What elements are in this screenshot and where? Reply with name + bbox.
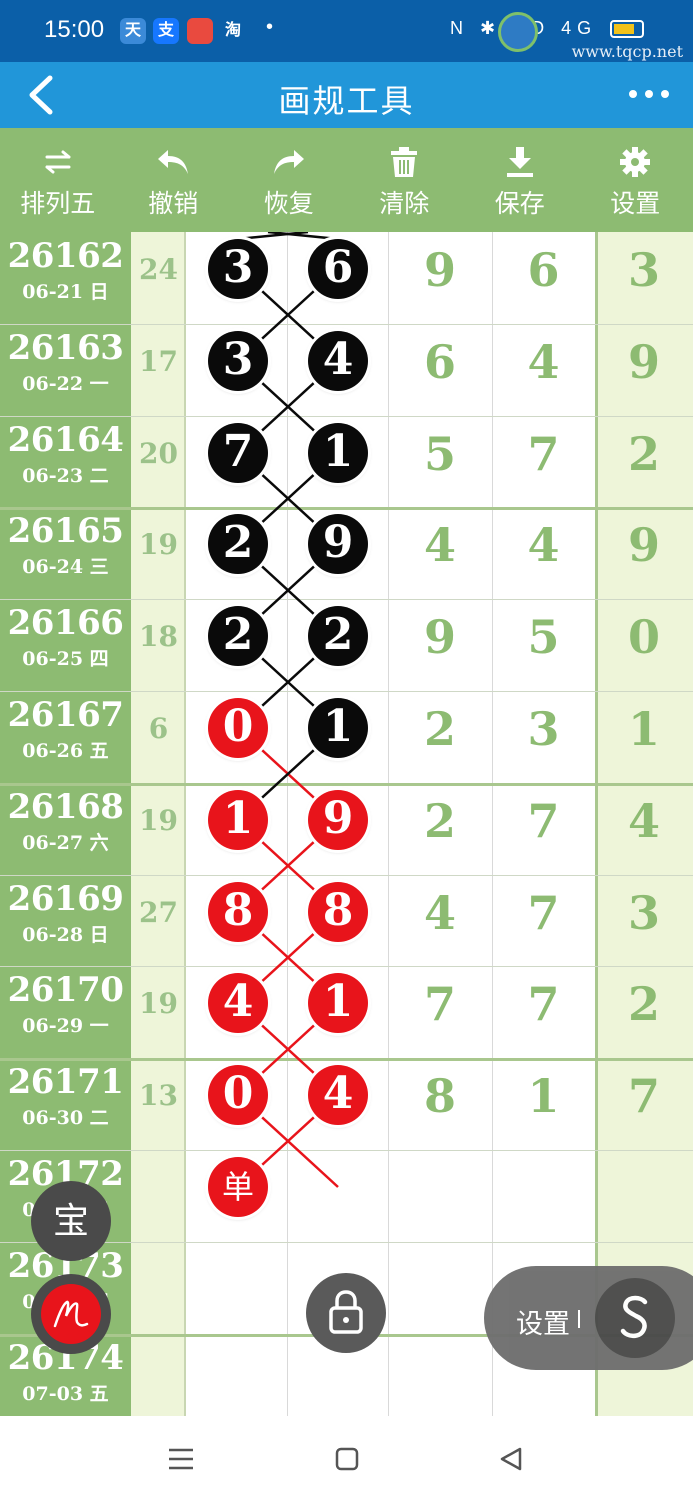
float-settings-label[interactable]: 设置 <box>516 1302 570 1341</box>
trash-icon <box>384 140 424 184</box>
ball-b1[interactable]: 2 <box>208 606 268 667</box>
ball-b2[interactable]: 1 <box>308 698 368 758</box>
lock-icon <box>329 1290 363 1334</box>
lottery-type-label: 排列五 <box>20 190 96 218</box>
redo-button[interactable]: 恢复 <box>231 128 347 232</box>
treasure-label: 宝 <box>52 1200 89 1241</box>
menu-icon[interactable] <box>166 1444 196 1474</box>
pen-button[interactable] <box>31 1274 111 1354</box>
ball-b1[interactable]: 3 <box>208 239 268 299</box>
ball-b2[interactable]: 6 <box>308 239 368 299</box>
weather-app-icon: 天 <box>120 18 146 44</box>
undo-label: 撤销 <box>148 190 199 218</box>
swap-icon <box>38 140 78 184</box>
ball-b1[interactable]: 3 <box>208 330 268 391</box>
status-time: 15:00 <box>44 16 105 43</box>
ball-b2[interactable]: 9 <box>308 789 368 850</box>
ball-b2[interactable]: 2 <box>308 606 368 667</box>
download-icon <box>500 140 540 184</box>
pen-icon <box>53 1300 89 1328</box>
s-logo-button[interactable] <box>595 1278 675 1358</box>
ball-b2[interactable]: 4 <box>308 330 368 391</box>
ball-b2[interactable]: 4 <box>308 1065 368 1126</box>
save-button[interactable]: 保存 <box>462 128 578 232</box>
s-logo-icon <box>620 1295 648 1339</box>
system-nav-bar <box>0 1416 693 1500</box>
undo-button[interactable]: 撤销 <box>116 128 232 232</box>
ball-b1[interactable]: 4 <box>208 973 268 1034</box>
settings-label: 设置 <box>610 190 661 218</box>
toolbar: 排列五 撤销 恢复 清除 保存 设置 <box>0 128 693 232</box>
clear-button[interactable]: 清除 <box>347 128 463 232</box>
notification-dot: • <box>266 16 274 38</box>
ball-b1[interactable]: 0 <box>208 1065 268 1126</box>
save-label: 保存 <box>494 190 545 218</box>
battery-icon <box>610 20 644 38</box>
alipay-app-icon: 支 <box>153 18 179 44</box>
lottery-type-button[interactable]: 排列五 <box>0 128 116 232</box>
redo-label: 恢复 <box>263 190 314 218</box>
ball-b1[interactable]: 0 <box>208 698 268 758</box>
back-triangle-icon[interactable] <box>496 1444 526 1474</box>
gear-icon <box>615 140 655 184</box>
clear-label: 清除 <box>379 190 430 218</box>
ball-b2[interactable]: 8 <box>308 881 368 942</box>
home-square-icon[interactable] <box>332 1444 362 1474</box>
undo-icon <box>153 140 193 184</box>
lottery-app-icon <box>187 18 213 44</box>
ball-b2[interactable]: 1 <box>308 973 368 1034</box>
taobao-app-icon: 淘 <box>224 22 241 39</box>
ball-b1[interactable]: 2 <box>208 514 268 575</box>
watermark-logo-icon <box>498 12 538 52</box>
watermark-text: www.tqcp.net <box>571 42 683 61</box>
ball-b2[interactable]: 9 <box>308 514 368 575</box>
settings-float-panel[interactable]: 设置 <box>484 1266 693 1370</box>
ball-b1[interactable]: 7 <box>208 422 268 483</box>
ball-b2[interactable]: 1 <box>308 422 368 483</box>
ball-b1[interactable]: 8 <box>208 881 268 942</box>
title-bar: 画规工具 <box>0 62 693 128</box>
redo-icon <box>269 140 309 184</box>
more-dots-icon[interactable] <box>627 84 671 104</box>
treasure-button[interactable]: 宝 <box>31 1181 111 1261</box>
status-bar: 15:00 天 支 淘 • N ✱ HD 4G www.tqcp.net <box>0 0 693 62</box>
page-title: 画规工具 <box>278 83 415 119</box>
lock-button[interactable] <box>306 1273 386 1353</box>
ball-b1[interactable]: 1 <box>208 789 268 850</box>
ball-b1[interactable]: 单 <box>208 1157 268 1217</box>
settings-button[interactable]: 设置 <box>578 128 693 232</box>
